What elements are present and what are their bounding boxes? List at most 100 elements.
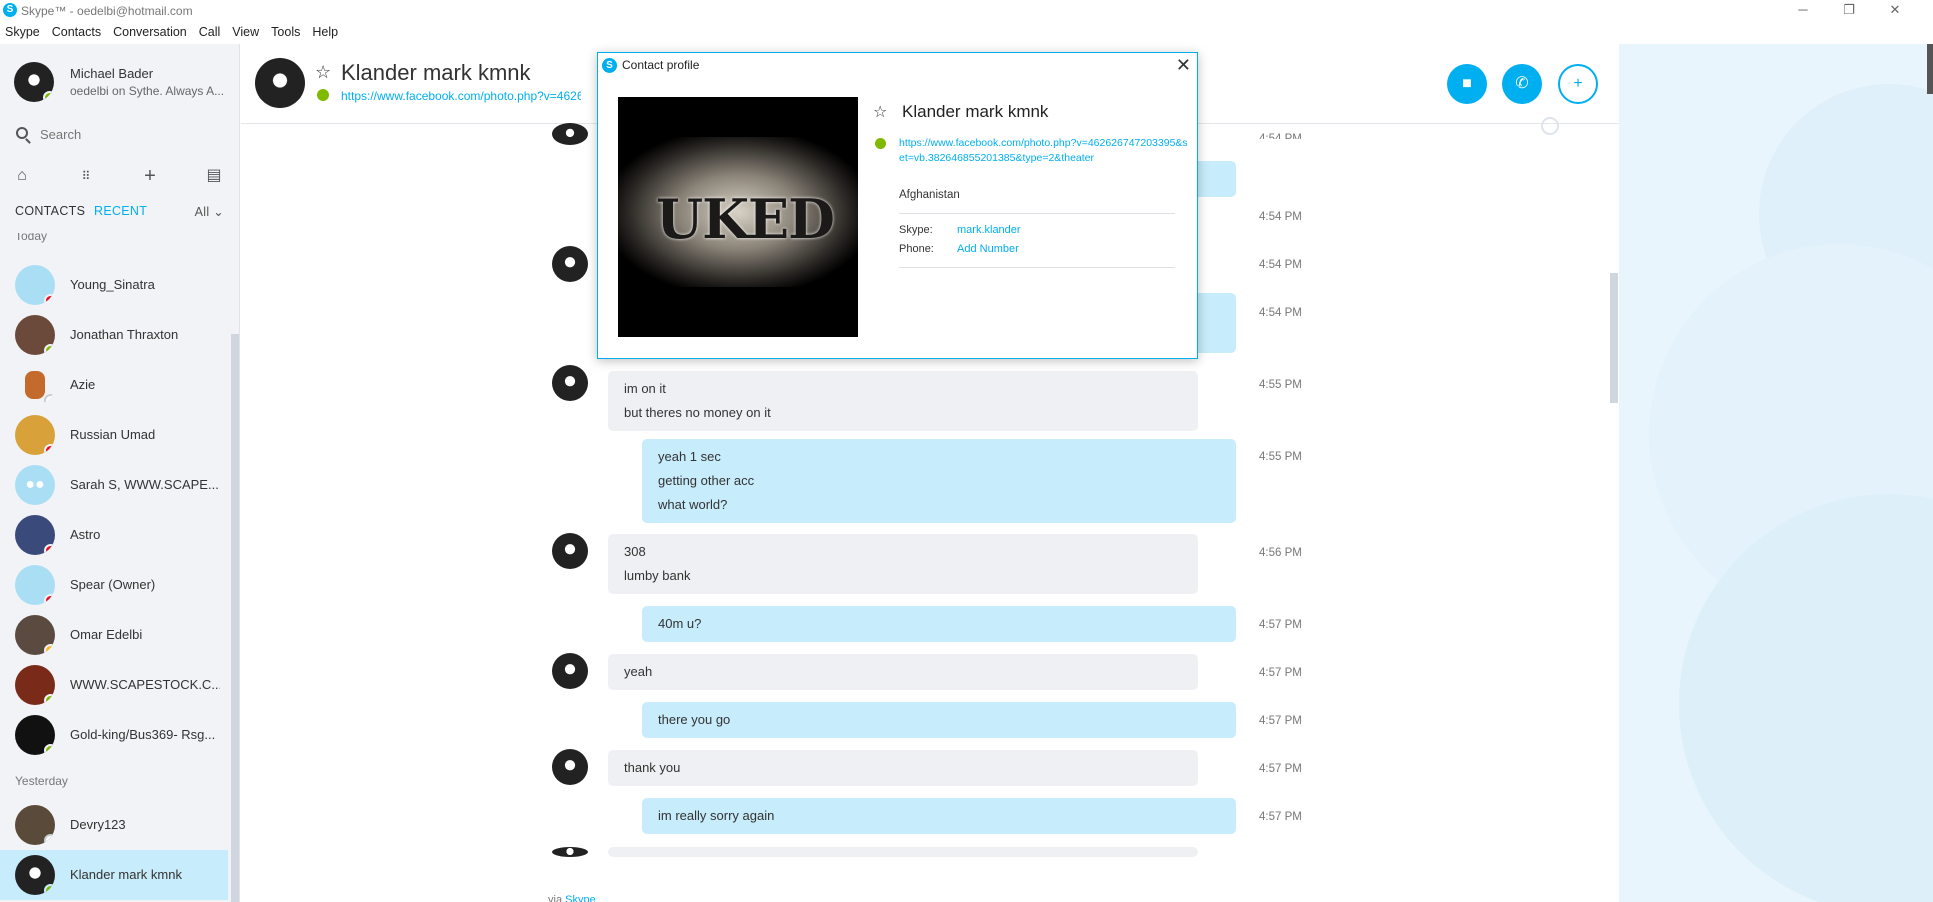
skype-label: Skype: bbox=[899, 224, 933, 236]
via-skype-link[interactable]: Skype bbox=[565, 894, 596, 902]
menu-skype[interactable]: Skype bbox=[5, 22, 40, 42]
message-line: what world? bbox=[658, 497, 728, 512]
contact-item[interactable]: Jonathan Thraxton bbox=[0, 310, 228, 360]
dialog-title: Contact profile bbox=[622, 58, 700, 72]
add-number-link[interactable]: Add Number bbox=[957, 243, 1019, 255]
menu-view[interactable]: View bbox=[232, 22, 259, 42]
close-icon[interactable]: ✕ bbox=[1176, 55, 1191, 76]
filter-dropdown[interactable]: All ⌄ bbox=[195, 204, 224, 219]
presence-offline-icon bbox=[44, 834, 55, 845]
message-line: im on it bbox=[624, 381, 666, 396]
sidebar-scrollbar[interactable] bbox=[231, 334, 239, 902]
contact-mood-link[interactable]: https://www.facebook.com/photo.php?v=462… bbox=[341, 89, 581, 103]
contact-item[interactable]: Gold-king/Bus369- Rsg... bbox=[0, 710, 228, 760]
minimize-icon[interactable]: ─ bbox=[1780, 0, 1826, 22]
contact-name: Sarah S, WWW.SCAPE... bbox=[70, 477, 219, 492]
contact-name: WWW.SCAPESTOCK.C... bbox=[70, 677, 220, 692]
message-line: lumby bank bbox=[624, 568, 691, 583]
presence-busy-icon bbox=[44, 544, 55, 555]
contact-item[interactable]: Young_Sinatra bbox=[0, 260, 228, 310]
contact-item[interactable]: Azie bbox=[0, 360, 228, 410]
skype-logo-icon: S bbox=[3, 3, 17, 17]
photo-avatar bbox=[15, 515, 55, 555]
contact-card-icon[interactable]: ▤ bbox=[204, 166, 224, 186]
add-contact-button[interactable]: + bbox=[1558, 64, 1598, 104]
contact-item[interactable]: Astro bbox=[0, 510, 228, 560]
restore-icon[interactable]: ❐ bbox=[1826, 0, 1872, 22]
contact-avatar[interactable] bbox=[255, 58, 305, 108]
menu-help[interactable]: Help bbox=[312, 22, 338, 42]
search-input[interactable] bbox=[40, 124, 220, 144]
conversation-title[interactable]: Klander mark kmnk bbox=[341, 60, 531, 86]
profile-mood-link[interactable]: https://www.facebook.com/photo.php?v=462… bbox=[899, 136, 1189, 166]
message-line: im really sorry again bbox=[658, 808, 775, 823]
message-time: 4:57 PM bbox=[1259, 619, 1302, 631]
message-avatar bbox=[552, 365, 588, 401]
menu-contacts[interactable]: Contacts bbox=[52, 22, 101, 42]
contact-name: Russian Umad bbox=[70, 427, 156, 442]
contact-item[interactable]: Spear (Owner) bbox=[0, 560, 228, 610]
add-icon[interactable]: + bbox=[140, 166, 160, 186]
my-mood[interactable]: oedelbi on Sythe. Always A... bbox=[70, 84, 240, 98]
section-yesterday: Yesterday bbox=[15, 774, 68, 788]
contact-name: Devry123 bbox=[70, 817, 126, 832]
presence-online-icon bbox=[44, 884, 55, 895]
menu-call[interactable]: Call bbox=[199, 22, 221, 42]
globe-icon[interactable] bbox=[1541, 117, 1559, 135]
window-title: Skype™ - oedelbi@hotmail.com bbox=[21, 4, 193, 18]
photo-avatar bbox=[15, 805, 55, 845]
message-time: 4:54 PM bbox=[1259, 307, 1302, 319]
call-button[interactable]: ✆ bbox=[1502, 64, 1542, 104]
message-bubble-in: thank you bbox=[608, 750, 1198, 786]
message-time: 4:57 PM bbox=[1259, 811, 1302, 823]
collapse-panel-icon[interactable] bbox=[1927, 44, 1933, 94]
message-avatar bbox=[552, 653, 588, 689]
favorite-star-icon[interactable]: ☆ bbox=[873, 102, 887, 122]
divider bbox=[899, 267, 1175, 268]
contact-name: Spear (Owner) bbox=[70, 577, 156, 592]
message-line: 40m u? bbox=[658, 616, 702, 631]
message-avatar bbox=[552, 533, 588, 569]
video-call-button[interactable]: ■ bbox=[1447, 64, 1487, 104]
tab-contacts[interactable]: CONTACTS bbox=[15, 204, 85, 218]
search-box[interactable] bbox=[14, 124, 224, 146]
add-contact-icon: + bbox=[1573, 75, 1583, 92]
contact-item[interactable]: Omar Edelbi bbox=[0, 610, 228, 660]
photo-avatar bbox=[15, 415, 55, 455]
message-line: thank you bbox=[624, 760, 681, 775]
tab-recent[interactable]: RECENT bbox=[94, 204, 147, 218]
contact-name: Azie bbox=[70, 377, 96, 392]
menu-bar: Skype Contacts Conversation Call View To… bbox=[0, 22, 350, 42]
default-avatar-icon bbox=[15, 265, 55, 305]
contact-item-active[interactable]: Klander mark kmnk bbox=[0, 850, 228, 900]
menu-conversation[interactable]: Conversation bbox=[113, 22, 187, 42]
right-background-panel bbox=[1619, 44, 1933, 902]
contact-item[interactable]: Russian Umad bbox=[0, 410, 228, 460]
skype-id-value[interactable]: mark.klander bbox=[957, 224, 1021, 236]
close-icon[interactable]: ✕ bbox=[1872, 0, 1918, 22]
menu-tools[interactable]: Tools bbox=[271, 22, 300, 42]
divider bbox=[899, 213, 1175, 214]
window-titlebar: S Skype™ - oedelbi@hotmail.com ─ ❐ ✕ bbox=[0, 0, 1933, 22]
message-time: 4:55 PM bbox=[1259, 379, 1302, 391]
chevron-down-icon: ⌄ bbox=[213, 205, 224, 219]
chat-scrollbar[interactable] bbox=[1610, 273, 1618, 403]
message-line: 308 bbox=[624, 544, 646, 559]
message-time: 4:56 PM bbox=[1259, 547, 1302, 559]
my-profile[interactable]: Michael Bader oedelbi on Sythe. Always A… bbox=[14, 58, 234, 108]
message-line: yeah 1 sec bbox=[658, 449, 721, 464]
message-bubble-in bbox=[608, 847, 1198, 857]
message-avatar bbox=[552, 847, 588, 857]
contact-item[interactable]: WWW.SCAPESTOCK.C... bbox=[0, 660, 228, 710]
contact-item[interactable]: ●● Sarah S, WWW.SCAPE... bbox=[0, 460, 228, 510]
profile-photo-text: UKED bbox=[656, 187, 835, 251]
gingerbread-avatar bbox=[15, 365, 55, 405]
presence-busy-icon bbox=[44, 294, 55, 305]
home-icon[interactable]: ⌂ bbox=[12, 166, 32, 186]
presence-unknown-icon bbox=[44, 394, 55, 405]
favorite-star-icon[interactable]: ☆ bbox=[315, 62, 331, 83]
photo-avatar bbox=[15, 315, 55, 355]
contact-item[interactable]: Devry123 bbox=[0, 800, 228, 850]
my-avatar[interactable] bbox=[14, 62, 54, 102]
dialpad-icon[interactable]: ⠿ bbox=[76, 166, 96, 186]
